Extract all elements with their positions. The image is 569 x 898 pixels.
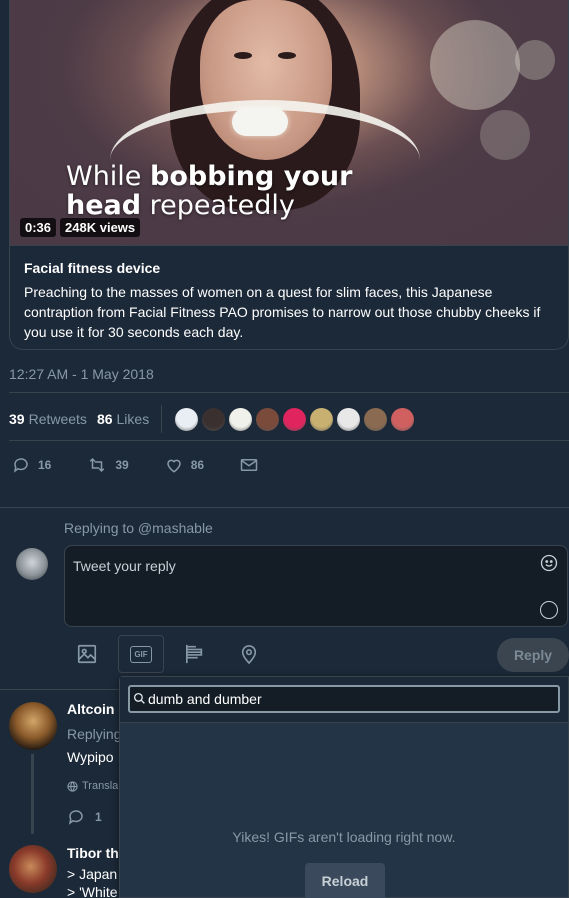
location-pin-icon: [241, 645, 257, 665]
card-title[interactable]: Facial fitness device: [24, 260, 554, 276]
reply-text: Wypipo: [67, 749, 114, 765]
thread-line: [31, 754, 34, 834]
location-button[interactable]: [226, 635, 272, 673]
emoji-icon[interactable]: [540, 554, 558, 572]
heart-icon: [166, 459, 181, 473]
media-card[interactable]: While bobbing your head repeatedly 0:36 …: [9, 0, 569, 350]
replying-to-label: Replying to @mashable: [64, 520, 213, 536]
globe-icon: [67, 780, 78, 792]
gif-error-message: Yikes! GIFs aren't loading right now.: [232, 829, 456, 845]
liker-avatar[interactable]: [282, 406, 308, 432]
translate-link[interactable]: Transla: [67, 780, 118, 792]
liker-avatar[interactable]: [201, 406, 227, 432]
gif-button[interactable]: GIF: [118, 635, 164, 673]
reply-input[interactable]: Tweet your reply: [64, 545, 568, 627]
retweet-icon: [90, 457, 105, 473]
reply-icon: [13, 458, 28, 473]
divider: [9, 440, 569, 441]
tweet-actions: 16 39 86: [12, 456, 302, 474]
liker-avatar[interactable]: [228, 406, 254, 432]
reply-author-name[interactable]: Tibor th: [67, 845, 119, 861]
composer-toolbar: GIF: [64, 635, 280, 673]
message-action[interactable]: [240, 457, 266, 473]
reply-author-name[interactable]: Altcoin: [67, 701, 114, 717]
liker-avatars: [174, 406, 416, 432]
search-icon: [133, 692, 145, 704]
envelope-icon: [240, 459, 258, 471]
reply-composer: Replying to @mashable Tweet your reply G…: [0, 507, 569, 689]
retweet-action[interactable]: 39: [87, 456, 129, 474]
video-caption: While bobbing your head repeatedly: [66, 161, 353, 221]
reply-text: > 'White: [67, 884, 118, 898]
reply-button[interactable]: Reply: [497, 638, 569, 672]
reply-action[interactable]: 1: [67, 808, 102, 826]
facial-device-image: [232, 108, 288, 136]
reply-replying-to: Replying: [67, 726, 122, 742]
liker-avatar[interactable]: [174, 406, 200, 432]
liker-avatar[interactable]: [309, 406, 335, 432]
poll-button[interactable]: [172, 635, 218, 673]
reload-button[interactable]: Reload: [305, 863, 385, 898]
image-icon: [77, 644, 97, 664]
avatar[interactable]: [9, 702, 57, 750]
reply-action[interactable]: 16: [12, 456, 51, 474]
like-action[interactable]: 86: [165, 456, 204, 474]
card-description: Preaching to the masses of women on a qu…: [24, 284, 541, 340]
divider: [9, 392, 569, 393]
reply-placeholder: Tweet your reply: [73, 558, 176, 574]
add-media-button[interactable]: [64, 635, 110, 673]
retweets-stat[interactable]: 39 Retweets: [9, 411, 87, 427]
gif-picker-popup: Yikes! GIFs aren't loading right now. Re…: [119, 676, 569, 898]
liker-avatar[interactable]: [390, 406, 416, 432]
video-duration-badge: 0:36: [20, 218, 57, 237]
reply-icon: [68, 810, 83, 825]
poll-icon: [186, 644, 203, 664]
gif-search-field[interactable]: [128, 685, 560, 713]
liker-avatar[interactable]: [255, 406, 281, 432]
likes-stat[interactable]: 86 Likes: [97, 411, 149, 427]
avatar[interactable]: [9, 845, 57, 893]
avatar[interactable]: [16, 548, 48, 580]
character-count-ring: [540, 601, 558, 619]
tweet-stats: 39 Retweets 86 Likes: [9, 405, 416, 433]
reply-text: > Japan: [67, 866, 118, 882]
tweet-timestamp[interactable]: 12:27 AM - 1 May 2018: [9, 366, 154, 382]
video-views-badge: 248K views: [60, 218, 141, 237]
liker-avatar[interactable]: [336, 406, 362, 432]
gif-icon: GIF: [130, 645, 152, 663]
gif-search-input[interactable]: [148, 687, 548, 711]
liker-avatar[interactable]: [363, 406, 389, 432]
video-player[interactable]: While bobbing your head repeatedly 0:36 …: [10, 0, 568, 245]
